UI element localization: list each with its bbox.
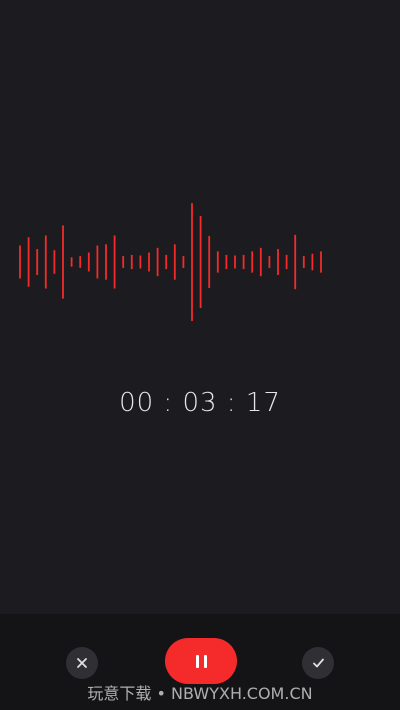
pause-icon xyxy=(195,654,207,668)
elapsed-time: 00 : 03 : 17 xyxy=(119,388,281,418)
confirm-button[interactable] xyxy=(302,647,334,679)
recorder-screen: 00 : 03 : 17 玩意下载 • NBWYXH.COM.CN xyxy=(0,0,400,710)
close-icon xyxy=(77,658,87,668)
cancel-button[interactable] xyxy=(66,647,98,679)
check-icon xyxy=(312,658,324,668)
watermark-text: 玩意下载 • NBWYXH.COM.CN xyxy=(87,684,313,703)
waveform xyxy=(19,203,322,321)
control-bar: 玩意下载 • NBWYXH.COM.CN xyxy=(0,614,400,710)
pause-button[interactable] xyxy=(165,638,237,684)
